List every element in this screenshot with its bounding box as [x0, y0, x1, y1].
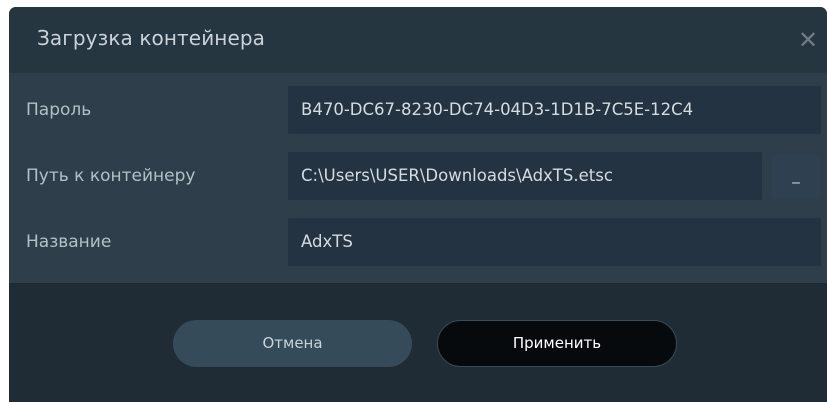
name-row: Название AdxTS: [9, 218, 827, 268]
password-label: Пароль: [26, 100, 92, 120]
close-icon[interactable]: ✕: [793, 25, 823, 55]
container-path-row: Путь к контейнеру C:\Users\USER\Download…: [9, 152, 827, 202]
container-path-label: Путь к контейнеру: [26, 166, 196, 186]
container-path-field[interactable]: C:\Users\USER\Downloads\AdxTS.etsc: [288, 152, 762, 200]
cancel-button[interactable]: Отмена: [173, 320, 412, 367]
apply-button[interactable]: Применить: [437, 320, 677, 367]
dialog-title-bar: Загрузка контейнера ✕: [9, 7, 827, 73]
dialog-form: Пароль B470-DC67-8230-DC74-04D3-1D1B-7C5…: [9, 73, 827, 283]
browse-button[interactable]: _: [772, 155, 820, 199]
dialog-title: Загрузка контейнера: [37, 26, 266, 50]
dialog-footer: Отмена Применить: [9, 283, 827, 402]
name-field[interactable]: AdxTS: [288, 218, 821, 266]
name-label: Название: [26, 232, 112, 252]
load-container-dialog: Загрузка контейнера ✕ Пароль B470-DC67-8…: [9, 7, 827, 402]
password-row: Пароль B470-DC67-8230-DC74-04D3-1D1B-7C5…: [9, 86, 827, 136]
password-field[interactable]: B470-DC67-8230-DC74-04D3-1D1B-7C5E-12C4: [288, 86, 821, 134]
